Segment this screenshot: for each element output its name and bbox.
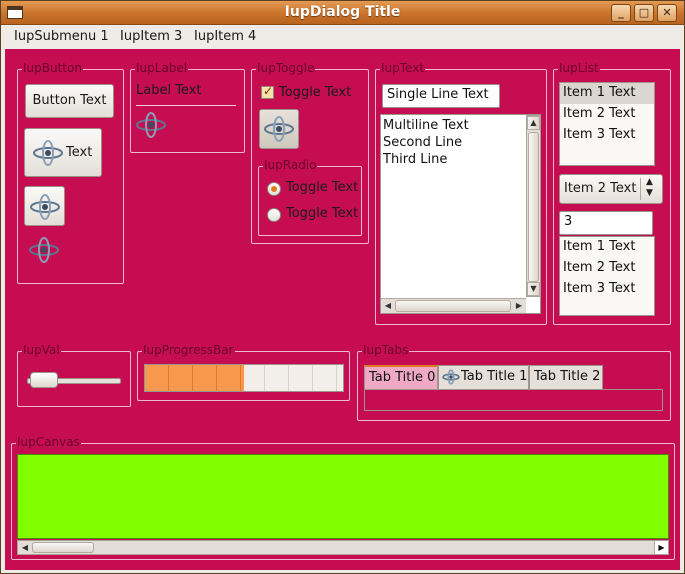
list2-item-1[interactable]: Item 1 Text	[560, 237, 654, 258]
progress-fill	[145, 365, 244, 391]
maximize-button[interactable]: □	[634, 4, 654, 22]
menu-bar: IupSubmenu 1 IupItem 3 IupItem 4	[1, 25, 684, 49]
list1-item-1[interactable]: Item 1 Text	[560, 83, 654, 104]
orbit-icon[interactable]	[28, 235, 60, 265]
label-separator	[136, 105, 236, 106]
multiline-line-2: Second Line	[383, 135, 463, 150]
orbit-icon	[264, 116, 294, 142]
multiline-vertical-scrollbar[interactable]: ▲ ▼	[526, 115, 541, 297]
toggle-checkbox[interactable]: ✓	[261, 84, 274, 99]
slider-thumb[interactable]	[30, 372, 59, 388]
frame-iupradio: IupRadio Toggle Text Toggle Text	[258, 158, 362, 236]
radio-option-2-label[interactable]: Toggle Text	[286, 206, 358, 221]
dialog-window: IupDialog Title _ □ ✕ IupSubmenu 1 IupIt…	[0, 0, 685, 574]
tab-title-1[interactable]: Tab Title 1	[438, 365, 529, 389]
radio-option-2[interactable]	[267, 208, 281, 222]
dialog-client-area: IupButton Button Text Text IupLabel Labe…	[5, 49, 680, 570]
frame-iuplabel: IupLabel Label Text	[130, 61, 245, 153]
vertical-scroll-thumb[interactable]	[528, 132, 539, 282]
radio-option-1-label[interactable]: Toggle Text	[286, 180, 358, 195]
orbit-icon	[442, 369, 460, 385]
frame-iupbutton: IupButton Button Text Text	[17, 61, 124, 284]
progress-bar	[144, 364, 344, 392]
scroll-up-arrow[interactable]: ▲	[527, 116, 540, 130]
frame-title-iupcanvas: IupCanvas	[16, 435, 81, 449]
frame-iuplist: IupList Item 1 Text Item 2 Text Item 3 T…	[553, 61, 671, 325]
multiline-line-1: Multiline Text	[383, 118, 469, 133]
frame-iupval: IupVal	[17, 343, 131, 407]
window-title: IupDialog Title	[284, 4, 401, 20]
frame-title-iuptext: IupText	[380, 61, 426, 75]
minimize-button[interactable]: _	[611, 4, 631, 22]
toggle-label[interactable]: Toggle Text	[279, 85, 351, 100]
close-button[interactable]: ✕	[657, 4, 677, 22]
horizontal-scroll-thumb[interactable]	[395, 300, 511, 312]
menu-item-4[interactable]: IupItem 4	[194, 29, 256, 44]
multiline-text-content: Multiline Text Second Line Third Line	[383, 117, 469, 168]
orbit-icon	[136, 112, 166, 138]
scroll-down-arrow[interactable]: ▼	[527, 282, 540, 296]
radio-option-1[interactable]	[267, 182, 281, 196]
canvas-scroll-thumb[interactable]	[32, 542, 94, 553]
list-box-2[interactable]: Item 1 Text Item 2 Text Item 3 Text	[559, 236, 655, 316]
text-button-label: Button Text	[32, 93, 107, 108]
multiline-line-3: Third Line	[383, 152, 448, 167]
frame-title-iuplabel: IupLabel	[135, 61, 189, 75]
scroll-right-arrow[interactable]: ▶	[512, 299, 526, 313]
frame-iuptoggle: IupToggle ✓ Toggle Text IupRadio Toggle …	[251, 61, 369, 244]
title-bar[interactable]: IupDialog Title _ □ ✕	[1, 1, 684, 25]
orbit-icon	[30, 194, 60, 220]
canvas-scroll-left-arrow[interactable]: ◀	[18, 541, 32, 554]
image-button[interactable]	[24, 186, 65, 226]
multiline-text-area[interactable]: Multiline Text Second Line Third Line ▲ …	[380, 114, 541, 314]
frame-title-iuplist: IupList	[558, 61, 600, 75]
frame-iuptext: IupText Single Line Text Multiline Text …	[375, 61, 547, 325]
menu-item-3[interactable]: IupItem 3	[120, 29, 182, 44]
menu-submenu-1[interactable]: IupSubmenu 1	[14, 29, 109, 44]
list-box-1[interactable]: Item 1 Text Item 2 Text Item 3 Text	[559, 82, 655, 166]
frame-title-iupprogressbar: IupProgressBar	[142, 343, 235, 357]
spin-text-input[interactable]: 3	[559, 211, 653, 235]
frame-title-iuptoggle: IupToggle	[256, 61, 316, 75]
frame-title-iuptabs: IupTabs	[362, 343, 410, 357]
label-text: Label Text	[136, 83, 202, 98]
dropdown-arrows-icon: ▲ ▼	[646, 177, 653, 198]
orbit-icon	[33, 140, 63, 166]
dropdown-selected-value: Item 2 Text	[564, 181, 637, 196]
list1-item-2[interactable]: Item 2 Text	[560, 104, 654, 125]
frame-title-iupbutton: IupButton	[22, 61, 83, 75]
list2-item-2[interactable]: Item 2 Text	[560, 258, 654, 279]
frame-title-iupradio: IupRadio	[263, 158, 318, 172]
frame-iupcanvas: IupCanvas ◀ ▶	[11, 435, 675, 560]
tabs-container: Tab Title 0 Tab Title 1 Tab Title 2	[364, 365, 664, 413]
scroll-left-arrow[interactable]: ◀	[381, 299, 395, 313]
tab-content-panel	[364, 389, 663, 411]
image-toggle-button[interactable]	[259, 109, 299, 149]
image-text-button[interactable]: Text	[24, 128, 102, 177]
tab-title-2[interactable]: Tab Title 2	[529, 365, 603, 389]
image-text-button-label: Text	[66, 145, 93, 160]
dropdown-list[interactable]: Item 2 Text ▲ ▼	[559, 174, 663, 204]
frame-iuptabs: IupTabs Tab Title 0 Tab Title 1 Tab Titl…	[357, 343, 671, 421]
frame-title-iupval: IupVal	[22, 343, 61, 357]
list2-item-3[interactable]: Item 3 Text	[560, 279, 654, 300]
frame-iupprogressbar: IupProgressBar	[137, 343, 350, 401]
single-line-text-input[interactable]: Single Line Text	[382, 84, 500, 108]
tab-title-0[interactable]: Tab Title 0	[364, 365, 438, 389]
canvas-area[interactable]	[17, 454, 669, 539]
text-button[interactable]: Button Text	[25, 84, 114, 118]
canvas-scroll-right-arrow[interactable]: ▶	[654, 541, 668, 554]
list1-item-3[interactable]: Item 3 Text	[560, 125, 654, 146]
canvas-horizontal-scrollbar[interactable]: ◀ ▶	[17, 540, 669, 555]
multiline-horizontal-scrollbar[interactable]: ◀ ▶	[381, 298, 526, 313]
